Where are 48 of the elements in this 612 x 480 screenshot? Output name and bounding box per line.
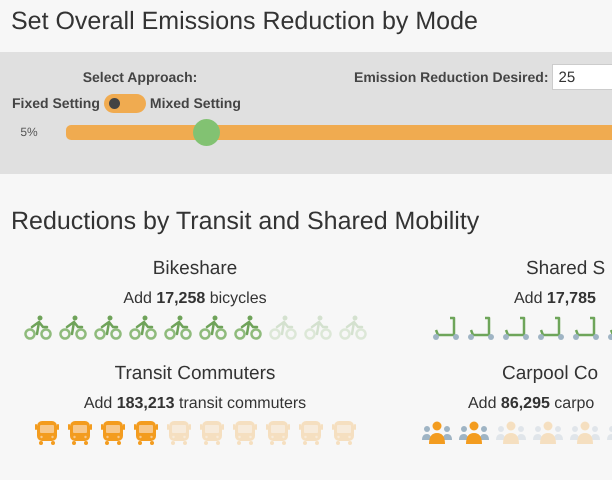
page-title: Set Overall Emissions Reduction by Mode: [10, 6, 479, 37]
scooter-icon: [537, 315, 565, 341]
approach-toggle[interactable]: [104, 94, 146, 113]
reduction-input[interactable]: 25: [552, 64, 612, 90]
bicycle-icon: [128, 315, 156, 341]
scooter-icon: [432, 315, 460, 341]
slider-thumb[interactable]: [193, 118, 220, 146]
people-icon: [570, 420, 600, 446]
fixed-setting-label: Fixed Setting: [12, 94, 100, 113]
bus-icon: [264, 420, 290, 446]
bicycle-icon: [234, 315, 262, 341]
bicycle-icon: [24, 315, 52, 341]
bicycle-icon: [94, 315, 122, 341]
scooter-icon: [467, 315, 495, 341]
mode-title: Transit Commuters: [114, 362, 276, 386]
bus-icon: [132, 420, 158, 446]
section-title: Reductions by Transit and Shared Mobility: [10, 206, 480, 237]
bus-icon: [100, 420, 126, 446]
reduction-label: Emission Reduction Desired:: [354, 68, 548, 86]
bus-icon: [198, 420, 224, 446]
bicycle-icon: [164, 315, 192, 341]
bicycle-icon: [304, 315, 332, 341]
mixed-setting-label: Mixed Setting: [150, 94, 241, 113]
bicycle-icon: [268, 315, 296, 341]
mode-title: Bikeshare: [152, 257, 238, 281]
bus-icon: [34, 420, 60, 446]
mode-summary: Add 17,785: [514, 289, 596, 309]
mode-title: Carpool Co: [502, 362, 598, 386]
scooter-icon: [502, 315, 530, 341]
mode-summary: Add 17,258 bicycles: [123, 289, 267, 309]
people-icon: [422, 420, 452, 446]
bus-icon: [232, 420, 258, 446]
scooter-icon: [572, 315, 600, 341]
people-icon: [459, 420, 489, 446]
bus-icon: [298, 420, 324, 446]
mode-summary: Add 183,213 transit commuters: [84, 394, 306, 414]
bicycle-icon: [58, 315, 86, 341]
bicycle-icon: [338, 315, 366, 341]
slider-min-label: 5%: [19, 124, 39, 141]
mode-summary: Add 86,295 carpo: [468, 394, 594, 414]
people-icon: [496, 420, 526, 446]
approach-label: Select Approach:: [82, 68, 198, 87]
bus-icon: [66, 420, 92, 446]
people-icon: [533, 420, 563, 446]
bus-icon: [330, 420, 356, 446]
bus-icon: [166, 420, 192, 446]
mode-title: Shared S: [526, 257, 606, 281]
bicycle-icon: [198, 315, 226, 341]
